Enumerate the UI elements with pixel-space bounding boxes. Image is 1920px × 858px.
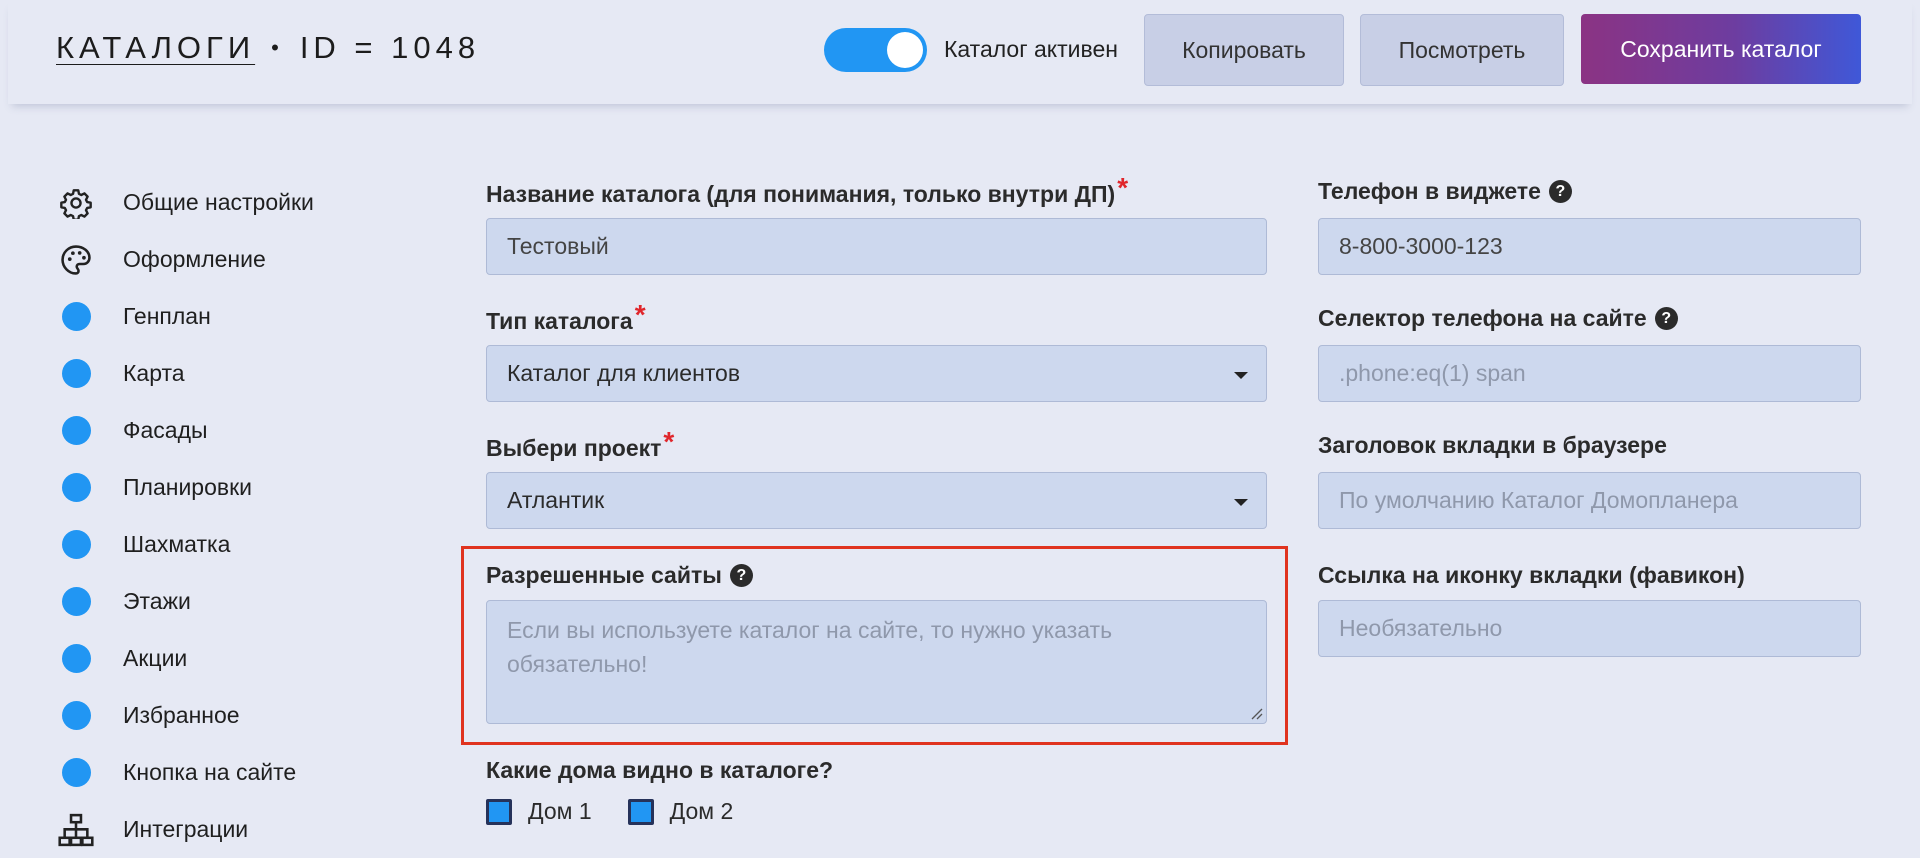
phone-selector-label: Селектор телефона на сайте ?: [1318, 305, 1678, 332]
sidebar-nav: Общие настройки Оформление Генплан Карта…: [56, 174, 416, 858]
checkbox-label: Дом 2: [669, 798, 734, 824]
sidebar-item-favorites[interactable]: Избранное: [56, 687, 416, 744]
sidebar-item-genplan[interactable]: Генплан: [56, 288, 416, 345]
dot-icon: [56, 582, 96, 622]
sidebar-item-chessboard[interactable]: Шахматка: [56, 516, 416, 573]
project-value: Атлантик: [507, 487, 605, 513]
help-icon[interactable]: ?: [1548, 180, 1572, 203]
widget-phone-input[interactable]: [1318, 218, 1861, 275]
catalog-type-select[interactable]: Каталог для клиентов: [486, 345, 1267, 402]
phone-selector-input[interactable]: [1318, 345, 1861, 402]
favicon-input[interactable]: [1318, 600, 1861, 657]
house-1-checkbox[interactable]: Дом 1: [486, 798, 592, 825]
catalog-type-value: Каталог для клиентов: [507, 360, 741, 386]
required-mark: *: [634, 299, 646, 330]
sidebar-item-appearance[interactable]: Оформление: [56, 231, 416, 288]
checkbox-checked-icon: [486, 798, 512, 825]
project-select[interactable]: Атлантик: [486, 472, 1267, 529]
tab-title-label: Заголовок вкладки в браузере: [1318, 432, 1667, 458]
chevron-down-icon: [1234, 499, 1248, 506]
allowed-sites-textarea[interactable]: [486, 600, 1267, 724]
catalog-id: ID = 1048: [299, 30, 481, 65]
dot-icon: [56, 468, 96, 508]
help-icon[interactable]: ?: [729, 564, 753, 587]
sidebar-item-label: Акции: [123, 645, 188, 671]
sidebar-item-label: Общие настройки: [123, 189, 314, 215]
dot-icon: [56, 639, 96, 679]
sitemap-icon: [56, 810, 96, 850]
sidebar-item-integrations[interactable]: Интеграции: [56, 801, 416, 858]
copy-button[interactable]: Копировать: [1144, 14, 1344, 86]
sidebar-item-label: Фасады: [123, 417, 208, 443]
sidebar-item-facades[interactable]: Фасады: [56, 402, 416, 459]
view-button[interactable]: Посмотреть: [1360, 14, 1564, 86]
tab-title-input[interactable]: [1318, 472, 1861, 529]
catalog-active-toggle[interactable]: [824, 28, 927, 72]
dot-icon: [56, 753, 96, 793]
catalog-name-input[interactable]: [486, 218, 1267, 275]
houses-checkbox-group: Дом 1 Дом 2: [486, 798, 769, 825]
sidebar-item-layouts[interactable]: Планировки: [56, 459, 416, 516]
sidebar-item-map[interactable]: Карта: [56, 345, 416, 402]
sidebar-item-site-button[interactable]: Кнопка на сайте: [56, 744, 416, 801]
catalog-name-label: Название каталога (для понимания, только…: [486, 172, 1129, 207]
chevron-down-icon: [1234, 372, 1248, 379]
title-separator: •: [271, 35, 284, 60]
sidebar-item-label: Оформление: [123, 246, 266, 272]
sidebar-item-floors[interactable]: Этажи: [56, 573, 416, 630]
resize-handle-icon[interactable]: [1249, 706, 1263, 720]
sidebar-item-label: Шахматка: [123, 531, 231, 557]
palette-icon: [56, 240, 96, 280]
sidebar-item-label: Интеграции: [123, 816, 249, 842]
required-mark: *: [1117, 172, 1129, 203]
catalog-type-label: Тип каталога *: [486, 299, 646, 334]
dot-icon: [56, 525, 96, 565]
catalog-active-label: Каталог активен: [944, 36, 1118, 62]
sidebar-item-label: Этажи: [123, 588, 191, 614]
dot-icon: [56, 354, 96, 394]
dot-icon: [56, 411, 96, 451]
sidebar-item-label: Избранное: [123, 702, 240, 728]
sidebar-item-label: Карта: [123, 360, 185, 386]
house-2-checkbox[interactable]: Дом 2: [627, 798, 734, 825]
favicon-label: Ссылка на иконку вкладки (фавикон): [1318, 562, 1745, 588]
allowed-sites-label: Разрешенные сайты ?: [486, 562, 753, 589]
project-label: Выбери проект *: [486, 426, 675, 461]
save-catalog-button[interactable]: Сохранить каталог: [1581, 14, 1861, 84]
checkbox-checked-icon: [627, 798, 654, 825]
required-mark: *: [663, 426, 675, 457]
dot-icon: [56, 297, 96, 337]
houses-label: Какие дома видно в каталоге?: [486, 757, 834, 783]
sidebar-item-label: Генплан: [123, 303, 211, 329]
help-icon[interactable]: ?: [1654, 307, 1678, 330]
dot-icon: [56, 696, 96, 736]
sidebar-item-general-settings[interactable]: Общие настройки: [56, 174, 416, 231]
catalogs-breadcrumb-link[interactable]: КАТАЛОГИ: [56, 30, 255, 66]
toggle-knob: [887, 32, 923, 68]
checkbox-label: Дом 1: [528, 798, 592, 824]
sidebar-item-label: Планировки: [123, 474, 253, 500]
sidebar-item-promotions[interactable]: Акции: [56, 630, 416, 687]
sidebar-item-label: Кнопка на сайте: [123, 759, 297, 785]
widget-phone-label: Телефон в виджете ?: [1318, 178, 1572, 205]
gear-icon: [56, 183, 96, 223]
page-title: КАТАЛОГИ • ID = 1048: [56, 30, 480, 66]
